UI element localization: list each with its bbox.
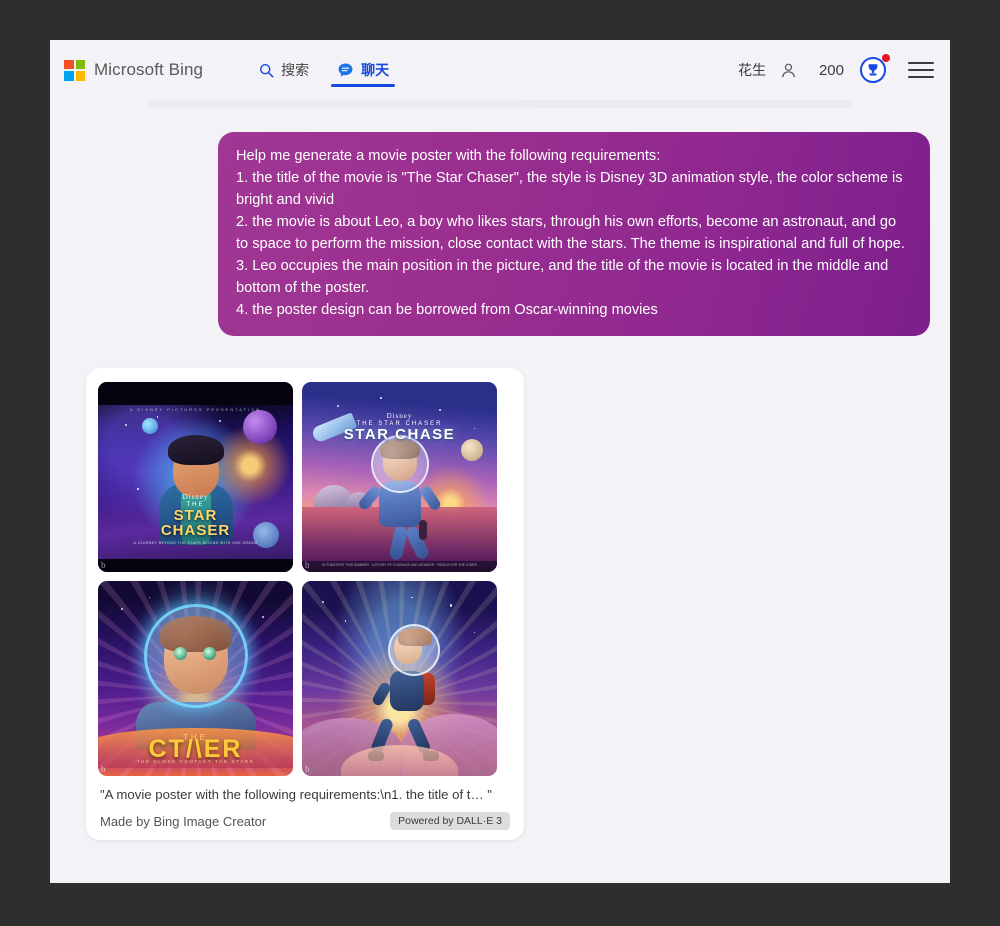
prompt-echo-text: "A movie poster with the following requi… (100, 787, 492, 802)
generated-image-3[interactable]: THE CT/\ER THE CLOSE CONTACT THE STARS b (98, 581, 293, 776)
caption-footer: Made by Bing Image Creator Powered by DA… (100, 812, 510, 830)
bing-watermark-icon: b (101, 764, 106, 774)
poster1-title-block: Disney THE STAR CHASER A JOURNEY BEYOND … (98, 493, 293, 545)
prompt-line-1: 1. the title of the movie is "The Star C… (236, 170, 903, 208)
prompt-line-0: Help me generate a movie poster with the… (236, 148, 661, 164)
search-icon (259, 63, 274, 78)
glowing-helmet (143, 604, 248, 709)
poster1-title2: CHASER (160, 522, 231, 540)
hamburger-menu-icon[interactable] (908, 60, 934, 80)
poster1-credits: A JOURNEY BEYOND THE STARS BEGINS WITH O… (133, 541, 258, 546)
prompt-line-3: 3. Leo occupies the main position in the… (236, 258, 889, 296)
site-header: Microsoft Bing 搜索 聊天 花生 200 (50, 40, 950, 100)
image-results-card: A DISNEY PICTURES PRESENTATION Disney TH… (86, 368, 524, 840)
chat-conversation: Help me generate a movie poster with the… (50, 100, 950, 883)
header-actions: 花生 200 (738, 54, 934, 85)
rewards-trophy-icon[interactable] (858, 54, 890, 85)
poster2-title-block: Disney THE STAR CHASER STAR CHASE (302, 412, 497, 442)
next-message-partial (86, 858, 386, 867)
poster1-top-credits: A DISNEY PICTURES PRESENTATION (129, 406, 262, 412)
poster3-title: CT/\ER (148, 735, 243, 764)
poster2-credits: IN THEATERS THIS SUMMER · A STORY OF COU… (322, 563, 477, 568)
disney-wordmark: Disney (182, 493, 209, 502)
torso (389, 670, 424, 711)
dalle-badge: Powered by DALL·E 3 (390, 812, 510, 830)
image-caption-area: "A movie poster with the following requi… (98, 787, 512, 830)
notification-dot (882, 54, 890, 62)
bing-watermark-icon: b (101, 560, 106, 570)
generated-image-4[interactable]: b (302, 581, 497, 776)
brand-name: Microsoft Bing (94, 60, 204, 79)
poster3-subtitle: THE CLOSE CONTACT THE STARS (136, 759, 255, 765)
distant-figure (419, 519, 427, 540)
user-prompt-bubble: Help me generate a movie poster with the… (218, 132, 930, 336)
prompt-line-4: 4. the poster design can be borrowed fro… (236, 302, 658, 318)
glass-helmet (387, 623, 440, 676)
bing-watermark-icon: b (305, 560, 310, 570)
astronaut-helmet (370, 435, 429, 494)
letterbox-top (98, 382, 293, 405)
image-grid: A DISNEY PICTURES PRESENTATION Disney TH… (98, 382, 512, 776)
disney-wordmark: Disney (386, 412, 413, 421)
nav-tab-search[interactable]: 搜索 (245, 40, 323, 100)
main-nav: 搜索 聊天 (245, 40, 403, 100)
user-name[interactable]: 花生 (738, 60, 766, 80)
bing-logo[interactable]: Microsoft Bing (64, 59, 204, 81)
nav-tab-chat[interactable]: 聊天 (323, 40, 403, 100)
chat-bubble-icon (337, 62, 354, 79)
boy-hair (167, 435, 224, 466)
user-message-row: Help me generate a movie poster with the… (64, 132, 936, 336)
browser-viewport: Microsoft Bing 搜索 聊天 花生 200 Help me gene… (50, 40, 950, 883)
generated-image-1[interactable]: A DISNEY PICTURES PRESENTATION Disney TH… (98, 382, 293, 572)
made-by-label: Made by Bing Image Creator (100, 813, 267, 829)
microsoft-squares-icon (64, 59, 85, 81)
letterbox-bottom (98, 558, 293, 572)
planet-blue-small (142, 418, 158, 434)
nav-tab-search-label: 搜索 (281, 62, 310, 78)
prompt-line-2: 2. the movie is about Leo, a boy who lik… (236, 214, 905, 252)
person-icon[interactable] (780, 62, 797, 79)
poster3-title-block: THE CT/\ER THE CLOSE CONTACT THE STARS (98, 732, 293, 764)
bing-watermark-icon: b (305, 764, 310, 774)
planet-purple (243, 410, 277, 444)
rewards-points: 200 (818, 61, 844, 79)
nav-tab-chat-label: 聊天 (361, 62, 390, 78)
previous-message-partial (147, 100, 853, 108)
generated-image-2[interactable]: Disney THE STAR CHASER STAR CHASE IN THE… (302, 382, 497, 572)
poster2-title: STAR CHASE (343, 426, 456, 444)
